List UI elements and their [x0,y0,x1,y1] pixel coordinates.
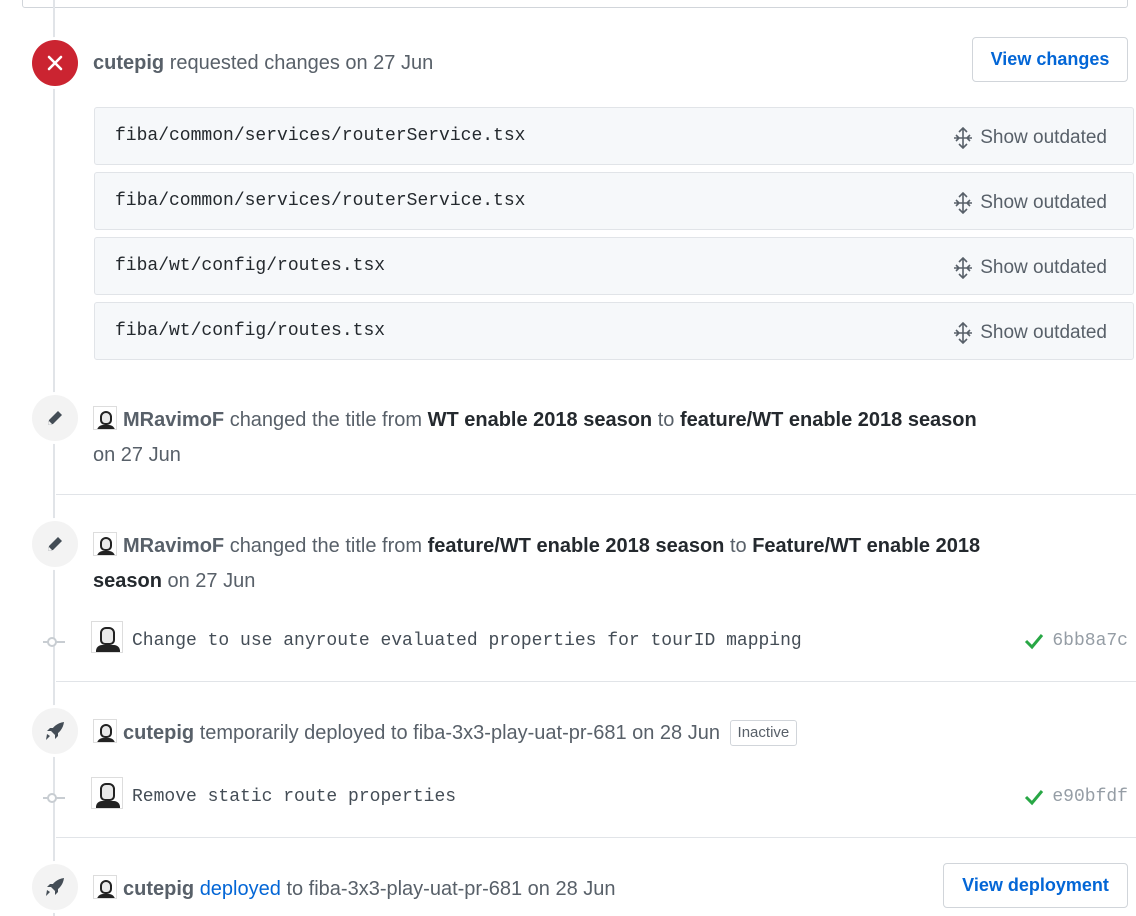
rocket-icon [32,708,78,754]
event-author[interactable]: MRavimoF [123,409,224,431]
show-outdated-button[interactable]: Show outdated [952,173,1107,233]
view-deployment-button[interactable]: View deployment [943,863,1128,908]
unfold-icon [954,127,973,149]
avatar[interactable] [93,875,117,899]
outdated-file-row: fiba/common/services/routerService.tsx S… [94,172,1134,230]
unfold-icon [954,257,973,279]
review-author[interactable]: cutepig [93,52,164,74]
show-outdated-button[interactable]: Show outdated [952,108,1107,168]
title-change-event: MRavimoF changed the title from feature/… [93,529,1093,599]
avatar[interactable] [93,406,117,430]
commit-avatar[interactable] [91,777,123,809]
commit-icon [47,793,57,803]
avatar[interactable] [93,719,117,743]
deploy-event: cutepig temporarily deployed to fiba-3x3… [93,716,1093,751]
deploy-event: cutepig deployed to fiba-3x3-play-uat-pr… [93,872,933,907]
unfold-icon [954,322,973,344]
pencil-icon [32,395,78,441]
check-icon [1025,790,1044,806]
check-icon [1025,634,1044,650]
file-path: fiba/wt/config/routes.tsx [115,256,386,276]
view-changes-button[interactable]: View changes [972,37,1128,82]
commit-sha-group: 6bb8a7c [1024,631,1128,651]
previous-comment-box [22,0,1128,8]
review-action: requested changes on 27 Jun [169,52,434,74]
review-event: cutepig requested changes on 27 Jun [93,46,433,81]
file-path: fiba/common/services/routerService.tsx [115,126,526,146]
old-title: WT enable 2018 season [427,409,653,431]
file-path: fiba/common/services/routerService.tsx [115,191,526,211]
new-title: feature/WT enable 2018 season [679,409,977,431]
title-change-event: MRavimoF changed the title from WT enabl… [93,403,1093,473]
file-path: fiba/wt/config/routes.tsx [115,321,386,341]
timeline-line [53,0,55,916]
new-title: Feature/WT enable 2018 [752,535,981,557]
new-title-continued: season [93,570,162,592]
unfold-icon [954,192,973,214]
rocket-icon [32,864,78,910]
event-date[interactable]: on 27 Jun [168,570,256,592]
divider [56,837,1136,838]
event-author[interactable]: MRavimoF [123,535,224,557]
old-title: feature/WT enable 2018 season [427,535,725,557]
commit-sha-group: e90bfdf [1024,787,1128,807]
show-outdated-button[interactable]: Show outdated [952,303,1107,363]
show-outdated-button[interactable]: Show outdated [952,238,1107,298]
changes-requested-icon [32,40,78,86]
commit-avatar[interactable] [91,621,123,653]
divider [56,494,1136,495]
outdated-file-row: fiba/common/services/routerService.tsx S… [94,107,1134,165]
commit-icon [47,637,57,647]
event-date[interactable]: on 27 Jun [93,444,181,466]
divider [56,681,1136,682]
commit-sha[interactable]: 6bb8a7c [1052,631,1128,651]
commit-message[interactable]: Remove static route properties [132,787,456,807]
outdated-file-row: fiba/wt/config/routes.tsx Show outdated [94,237,1134,295]
deployed-link[interactable]: deployed [200,878,281,900]
inactive-badge: Inactive [729,720,798,746]
commit-sha[interactable]: e90bfdf [1052,787,1128,807]
event-author[interactable]: cutepig [123,722,194,744]
event-author[interactable]: cutepig [123,878,194,900]
outdated-file-row: fiba/wt/config/routes.tsx Show outdated [94,302,1134,360]
avatar[interactable] [93,532,117,556]
commit-message[interactable]: Change to use anyroute evaluated propert… [132,631,802,651]
pencil-icon [32,521,78,567]
